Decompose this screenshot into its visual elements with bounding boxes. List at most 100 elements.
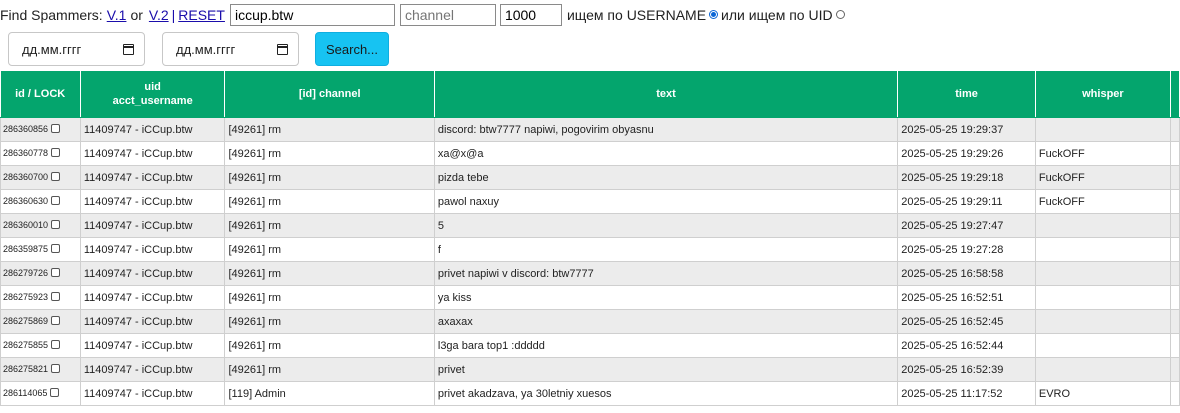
lock-checkbox[interactable] xyxy=(51,339,61,349)
text-cell: privet xyxy=(433,357,899,382)
message-id: 286360700 xyxy=(3,172,49,183)
channel-cell: [49261] rm xyxy=(224,357,435,382)
table-row: 286360630 11409747 - iCCup.btw [49261] rm p… xyxy=(0,189,1180,214)
search-toolbar: Find Spammers: V.1 or V.2 | RESET ищем п… xyxy=(0,0,1180,30)
uid-cell: 11409747 - iCCup.btw xyxy=(79,357,226,382)
whisper-cell xyxy=(1034,261,1171,286)
search-by-uid-label: или ищем по UID xyxy=(721,7,833,23)
table-row: 286275923 11409747 - iCCup.btw [49261] rm y… xyxy=(0,285,1180,310)
uid-cell: 11409747 - iCCup.btw xyxy=(79,261,226,286)
messages-table: id / LOCK uid acct_username [id] channel … xyxy=(0,71,1180,406)
col-time: time xyxy=(897,71,1036,118)
table-body: 286360856 11409747 - iCCup.btw [49261] rm d… xyxy=(0,117,1180,406)
channel-cell: [49261] rm xyxy=(224,285,435,310)
text-cell: pawol naxuy xyxy=(433,189,899,214)
time-cell: 2025-05-25 19:29:11 xyxy=(897,189,1036,214)
time-cell: 2025-05-25 19:29:37 xyxy=(897,117,1036,142)
table-row: 286275869 11409747 - iCCup.btw [49261] rm a… xyxy=(0,309,1180,334)
whisper-cell xyxy=(1034,237,1171,262)
whisper-cell xyxy=(1034,213,1171,238)
time-cell: 2025-05-25 16:58:58 xyxy=(897,261,1036,286)
time-cell: 2025-05-25 11:17:52 xyxy=(897,381,1036,406)
id-cell: 286114065 xyxy=(0,381,81,406)
whisper-cell xyxy=(1034,285,1171,310)
time-cell: 2025-05-25 16:52:44 xyxy=(897,333,1036,358)
id-cell: 286359875 xyxy=(0,237,81,262)
id-cell: 286275923 xyxy=(0,285,81,310)
uid-radio[interactable] xyxy=(835,9,845,19)
date-from-input[interactable]: дд.мм.гггг xyxy=(8,32,145,66)
extra-cell xyxy=(1169,213,1180,238)
text-cell: f xyxy=(433,237,899,262)
time-cell: 2025-05-25 19:29:18 xyxy=(897,165,1036,190)
uid-cell: 11409747 - iCCup.btw xyxy=(79,285,226,310)
uid-cell: 11409747 - iCCup.btw xyxy=(79,381,226,406)
search-by-username-label: ищем по USERNAME xyxy=(566,7,707,23)
lock-checkbox[interactable] xyxy=(51,243,61,253)
channel-cell: [49261] rm xyxy=(224,141,435,166)
date-from-placeholder: дд.мм.гггг xyxy=(22,41,82,57)
calendar-icon[interactable] xyxy=(277,43,288,55)
username-input[interactable] xyxy=(229,4,395,26)
time-cell: 2025-05-25 19:29:26 xyxy=(897,141,1036,166)
table-row: 286275821 11409747 - iCCup.btw [49261] rm p… xyxy=(0,357,1180,382)
col-id-lock: id / LOCK xyxy=(0,71,81,118)
extra-cell xyxy=(1169,357,1180,382)
lock-checkbox[interactable] xyxy=(51,147,61,157)
v1-link[interactable]: V.1 xyxy=(107,7,127,23)
lock-checkbox[interactable] xyxy=(51,267,61,277)
channel-cell: [49261] rm xyxy=(224,309,435,334)
id-cell: 286360778 xyxy=(0,141,81,166)
id-cell: 286360010 xyxy=(0,213,81,238)
date-to-input[interactable]: дд.мм.гггг xyxy=(162,32,299,66)
lock-checkbox[interactable] xyxy=(51,315,61,325)
message-id: 286279726 xyxy=(3,268,49,279)
extra-cell xyxy=(1169,165,1180,190)
whisper-cell: FuckOFF xyxy=(1034,189,1171,214)
link-separator: | xyxy=(171,7,176,23)
lock-checkbox[interactable] xyxy=(51,195,61,205)
v2-link[interactable]: V.2 xyxy=(149,7,169,23)
lock-checkbox[interactable] xyxy=(51,363,61,373)
message-id: 286360856 xyxy=(3,124,49,135)
limit-input[interactable] xyxy=(499,4,562,26)
reset-link[interactable]: RESET xyxy=(178,7,225,23)
channel-cell: [119] Admin xyxy=(224,381,435,406)
search-button[interactable]: Search... xyxy=(315,32,389,66)
table-row: 286359875 11409747 - iCCup.btw [49261] rm f… xyxy=(0,237,1180,262)
time-cell: 2025-05-25 19:27:28 xyxy=(897,237,1036,262)
table-header-row: id / LOCK uid acct_username [id] channel … xyxy=(0,71,1180,118)
text-cell: pizda tebe xyxy=(433,165,899,190)
col-extra xyxy=(1170,71,1180,118)
text-cell: 5 xyxy=(433,213,899,238)
col-acct-username-label: acct_username xyxy=(112,95,193,107)
uid-cell: 11409747 - iCCup.btw xyxy=(79,333,226,358)
text-cell: xa@x@a xyxy=(433,141,899,166)
col-text: text xyxy=(434,71,899,118)
lock-checkbox[interactable] xyxy=(50,387,60,397)
uid-cell: 11409747 - iCCup.btw xyxy=(79,309,226,334)
id-cell: 286279726 xyxy=(0,261,81,286)
uid-cell: 11409747 - iCCup.btw xyxy=(79,117,226,142)
lock-checkbox[interactable] xyxy=(51,171,61,181)
whisper-cell: FuckOFF xyxy=(1034,165,1171,190)
username-radio[interactable] xyxy=(709,9,719,19)
channel-cell: [49261] rm xyxy=(224,117,435,142)
calendar-icon[interactable] xyxy=(123,43,134,55)
channel-cell: [49261] rm xyxy=(224,189,435,214)
whisper-cell xyxy=(1034,357,1171,382)
table-row: 286360856 11409747 - iCCup.btw [49261] rm d… xyxy=(0,117,1180,142)
extra-cell xyxy=(1169,117,1180,142)
lock-checkbox[interactable] xyxy=(51,219,61,229)
extra-cell xyxy=(1169,381,1180,406)
uid-cell: 11409747 - iCCup.btw xyxy=(79,189,226,214)
channel-input[interactable] xyxy=(399,4,496,26)
lock-checkbox[interactable] xyxy=(51,291,61,301)
time-cell: 2025-05-25 16:52:45 xyxy=(897,309,1036,334)
whisper-cell xyxy=(1034,333,1171,358)
id-cell: 286275855 xyxy=(0,333,81,358)
lock-checkbox[interactable] xyxy=(51,123,61,133)
id-cell: 286360700 xyxy=(0,165,81,190)
text-cell: privet napiwi v discord: btw7777 xyxy=(433,261,899,286)
whisper-cell xyxy=(1034,117,1171,142)
